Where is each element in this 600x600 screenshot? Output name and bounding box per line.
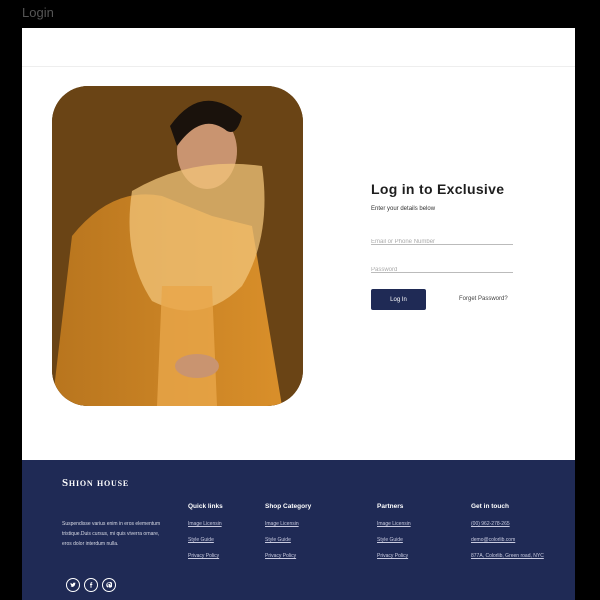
hero-image [52, 86, 303, 406]
login-panel: Log in to Exclusive Enter your details b… [371, 181, 571, 310]
footer-phone-link[interactable]: (00) 962-278-265 [471, 521, 544, 527]
footer-col-quick-links: Quick links Image Licensin Style Guide P… [188, 503, 223, 569]
footer-link[interactable]: Image Licensin [188, 521, 223, 527]
footer-link[interactable]: Style Guide [265, 537, 311, 543]
login-subtitle: Enter your details below [371, 206, 436, 212]
footer-link[interactable]: Privacy Policy [377, 553, 411, 559]
password-field[interactable] [371, 264, 513, 276]
footer-link[interactable]: Style Guide [377, 537, 411, 543]
page: Log in to Exclusive Enter your details b… [22, 28, 575, 600]
footer-link[interactable]: Style Guide [188, 537, 223, 543]
pinterest-icon[interactable] [102, 578, 116, 592]
brand-logo: Shion house [62, 477, 130, 489]
footer: Shion house Suspendisse varius enim in e… [22, 460, 575, 600]
header-bar [22, 28, 575, 67]
col-title: Get in touch [471, 503, 509, 510]
email-field[interactable] [371, 236, 513, 248]
password-field-wrapper [371, 258, 513, 276]
footer-col-partners: Partners Image Licensin Style Guide Priv… [377, 503, 411, 569]
social-links [66, 578, 116, 592]
description-line: eros dolor interdum nulla. [62, 541, 119, 547]
forgot-password-link[interactable]: Forget Password? [459, 296, 508, 302]
twitter-icon[interactable] [66, 578, 80, 592]
col-title: Shop Category [265, 503, 312, 510]
col-title: Partners [377, 503, 404, 510]
footer-link[interactable]: Privacy Policy [265, 553, 311, 559]
facebook-icon[interactable] [84, 578, 98, 592]
footer-link[interactable]: Privacy Policy [188, 553, 223, 559]
description-line: tristique.Duis cursus, mi quis viverra o… [62, 531, 160, 537]
login-title: Log in to Exclusive [371, 181, 505, 197]
description-line: Suspendisse varius enim in eros elementu… [62, 521, 161, 527]
email-field-wrapper [371, 230, 513, 248]
col-title: Quick links [188, 503, 223, 510]
login-button[interactable]: Log In [371, 289, 426, 310]
footer-col-shop-category: Shop Category Image Licensin Style Guide… [265, 503, 311, 569]
footer-col-get-in-touch: Get in touch (00) 962-278-265 demo@color… [471, 503, 544, 569]
brand-description: Suspendisse varius enim in eros elementu… [62, 519, 172, 549]
model-photo [52, 86, 303, 406]
footer-address-link[interactable]: 877A, Colorlib, Green road, NYC [471, 553, 544, 559]
window-title: Login [22, 5, 54, 20]
footer-link[interactable]: Image Licensin [377, 521, 411, 527]
footer-link[interactable]: Image Licensin [265, 521, 311, 527]
footer-email-link[interactable]: demo@colorlib.com [471, 537, 544, 543]
